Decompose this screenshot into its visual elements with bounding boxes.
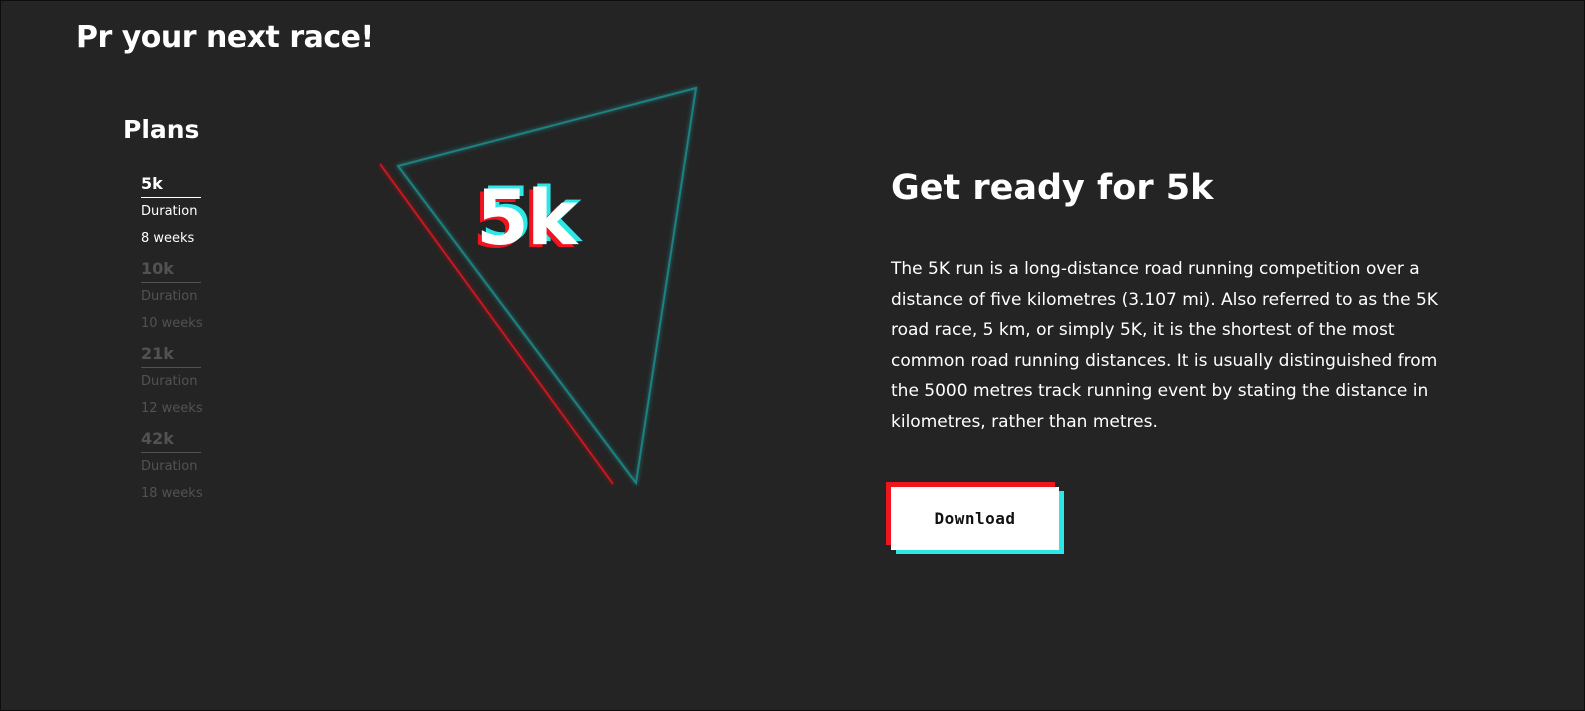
triangle-outline (396, 86, 698, 486)
hero-distance-label: 5k 5k 5k (472, 168, 581, 268)
download-button-wrap: Download (886, 482, 1064, 554)
plan-description: The 5K run is a long-distance road runni… (891, 259, 1438, 432)
plan-headline: Get ready for 5k (891, 168, 1214, 208)
hero-label-text: 5k (476, 173, 577, 262)
download-button[interactable]: Download (891, 487, 1059, 550)
